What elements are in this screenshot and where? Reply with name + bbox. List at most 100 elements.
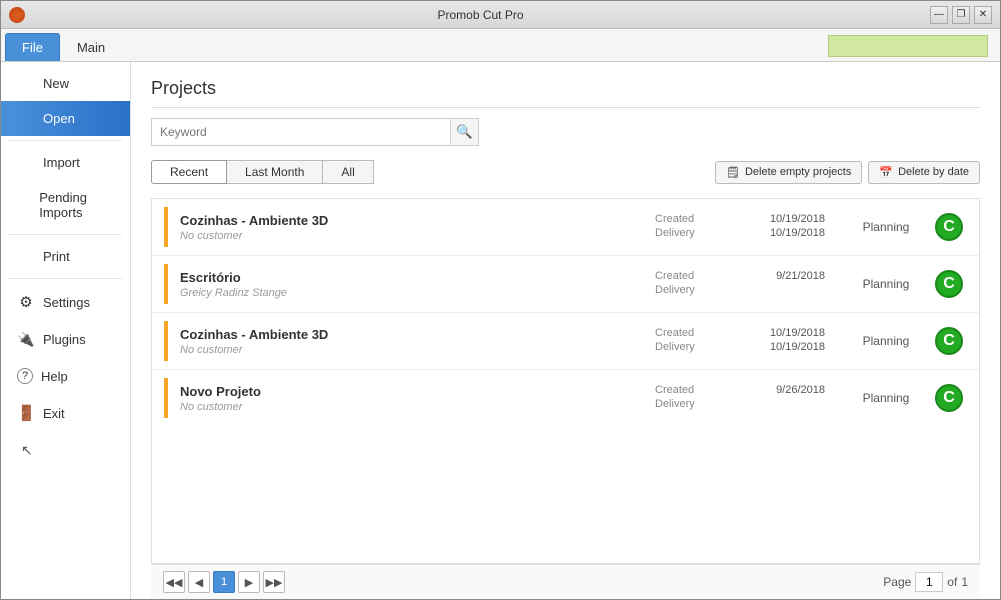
help-icon: ? <box>17 368 33 384</box>
sidebar-item-help[interactable]: ? Help <box>1 358 130 394</box>
table-row[interactable]: Cozinhas - Ambiente 3D No customer Creat… <box>152 313 979 370</box>
delete-empty-icon: 🗒 <box>726 166 740 179</box>
sidebar-item-import[interactable]: Import <box>1 145 130 180</box>
filter-tab-last-month[interactable]: Last Month <box>227 160 323 184</box>
project-status: Planning <box>841 220 931 234</box>
c-icon: C <box>935 213 963 241</box>
delete-date-icon: 📅 <box>879 166 893 179</box>
table-row[interactable]: Novo Projeto No customer Created 9/26/20… <box>152 370 979 426</box>
filter-row: Recent Last Month All 🗒 Delete empty pro… <box>151 160 980 184</box>
page-number-input[interactable] <box>915 572 943 592</box>
c-icon: C <box>935 327 963 355</box>
created-date: 9/21/2018 <box>776 270 825 282</box>
project-name: Escritório <box>180 270 639 285</box>
project-dates: Created 10/19/2018 Delivery 10/19/2018 <box>655 213 825 241</box>
sidebar-divider-2 <box>9 234 122 235</box>
restore-button[interactable]: ❐ <box>952 6 970 24</box>
filter-tab-recent[interactable]: Recent <box>151 160 227 184</box>
sidebar-item-plugins[interactable]: 🔌 Plugins <box>1 321 130 358</box>
delivery-label: Delivery <box>655 398 695 410</box>
project-list: Cozinhas - Ambiente 3D No customer Creat… <box>151 198 980 564</box>
ribbon: File Main <box>1 29 1000 62</box>
sidebar-item-exit[interactable]: 🚪 Exit <box>1 394 130 432</box>
sidebar-item-settings[interactable]: ⚙ Settings <box>1 283 130 321</box>
project-customer: Greicy Radinz Stange <box>180 287 639 299</box>
project-indicator <box>164 207 168 247</box>
project-info: Escritório Greicy Radinz Stange <box>180 270 639 299</box>
project-dates: Created 9/21/2018 Delivery <box>655 270 825 298</box>
project-status-icon: C <box>931 384 967 412</box>
project-name: Cozinhas - Ambiente 3D <box>180 213 639 228</box>
created-date: 10/19/2018 <box>770 327 825 339</box>
table-row[interactable]: Escritório Greicy Radinz Stange Created … <box>152 256 979 313</box>
prev-page-button[interactable]: ◀ <box>188 571 210 593</box>
window-title: Promob Cut Pro <box>31 8 930 22</box>
created-label: Created <box>655 213 694 225</box>
pagination: ◀◀ ◀ 1 ▶ ▶▶ Page of 1 <box>151 564 980 599</box>
total-pages: 1 <box>961 575 968 589</box>
next-page-button[interactable]: ▶ <box>238 571 260 593</box>
ribbon-search <box>828 35 988 57</box>
table-row[interactable]: Cozinhas - Ambiente 3D No customer Creat… <box>152 199 979 256</box>
project-status-icon: C <box>931 327 967 355</box>
created-date: 9/26/2018 <box>776 384 825 396</box>
first-page-button[interactable]: ◀◀ <box>163 571 185 593</box>
sidebar: New Open Import Pending Imports Print <box>1 62 131 599</box>
project-info: Cozinhas - Ambiente 3D No customer <box>180 213 639 242</box>
filter-tab-all[interactable]: All <box>323 160 373 184</box>
main-layout: New Open Import Pending Imports Print <box>1 62 1000 599</box>
tab-file[interactable]: File <box>5 33 60 61</box>
project-name: Cozinhas - Ambiente 3D <box>180 327 639 342</box>
c-icon: C <box>935 384 963 412</box>
keyword-search-input[interactable] <box>151 118 451 146</box>
main-window: Promob Cut Pro — ❐ ✕ File Main New <box>0 0 1001 600</box>
c-icon: C <box>935 270 963 298</box>
project-status: Planning <box>841 277 931 291</box>
delete-by-date-button[interactable]: 📅 Delete by date <box>868 161 980 184</box>
title-bar: Promob Cut Pro — ❐ ✕ <box>1 1 1000 29</box>
project-info: Cozinhas - Ambiente 3D No customer <box>180 327 639 356</box>
project-status: Planning <box>841 334 931 348</box>
action-buttons: 🗒 Delete empty projects 📅 Delete by date <box>715 161 980 184</box>
page-info: Page of 1 <box>883 572 968 592</box>
window-controls: — ❐ ✕ <box>930 6 992 24</box>
delete-empty-projects-button[interactable]: 🗒 Delete empty projects <box>715 161 862 184</box>
created-label: Created <box>655 270 694 282</box>
project-customer: No customer <box>180 230 639 242</box>
project-indicator <box>164 378 168 418</box>
sidebar-item-open[interactable]: Open <box>1 101 130 136</box>
ribbon-tabs: File Main <box>1 29 1000 61</box>
project-dates: Created 10/19/2018 Delivery 10/19/2018 <box>655 327 825 355</box>
project-status: Planning <box>841 391 931 405</box>
page-1-button[interactable]: 1 <box>213 571 235 593</box>
created-label: Created <box>655 327 694 339</box>
sidebar-item-print[interactable]: Print <box>1 239 130 274</box>
project-dates: Created 9/26/2018 Delivery <box>655 384 825 412</box>
of-label: of <box>947 575 957 589</box>
delivery-date: 10/19/2018 <box>770 341 825 353</box>
delivery-label: Delivery <box>655 284 695 296</box>
project-status-icon: C <box>931 270 967 298</box>
project-indicator <box>164 264 168 304</box>
project-info: Novo Projeto No customer <box>180 384 639 413</box>
delivery-label: Delivery <box>655 227 695 239</box>
sidebar-item-new[interactable]: New <box>1 66 130 101</box>
last-page-button[interactable]: ▶▶ <box>263 571 285 593</box>
sidebar-divider-3 <box>9 278 122 279</box>
search-icon: 🔍 <box>456 124 473 140</box>
ribbon-search-input[interactable] <box>828 35 988 57</box>
page-title: Projects <box>151 78 980 108</box>
sidebar-item-pending[interactable]: Pending Imports <box>1 180 130 230</box>
content-area: Projects 🔍 Recent Last Month All <box>131 62 1000 599</box>
page-label: Page <box>883 575 911 589</box>
tab-main[interactable]: Main <box>60 33 122 61</box>
close-button[interactable]: ✕ <box>974 6 992 24</box>
delivery-date: 10/19/2018 <box>770 227 825 239</box>
minimize-button[interactable]: — <box>930 6 948 24</box>
search-button[interactable]: 🔍 <box>451 118 479 146</box>
project-customer: No customer <box>180 401 639 413</box>
plugins-icon: 🔌 <box>17 331 35 348</box>
created-date: 10/19/2018 <box>770 213 825 225</box>
project-indicator <box>164 321 168 361</box>
app-icon <box>9 7 25 23</box>
